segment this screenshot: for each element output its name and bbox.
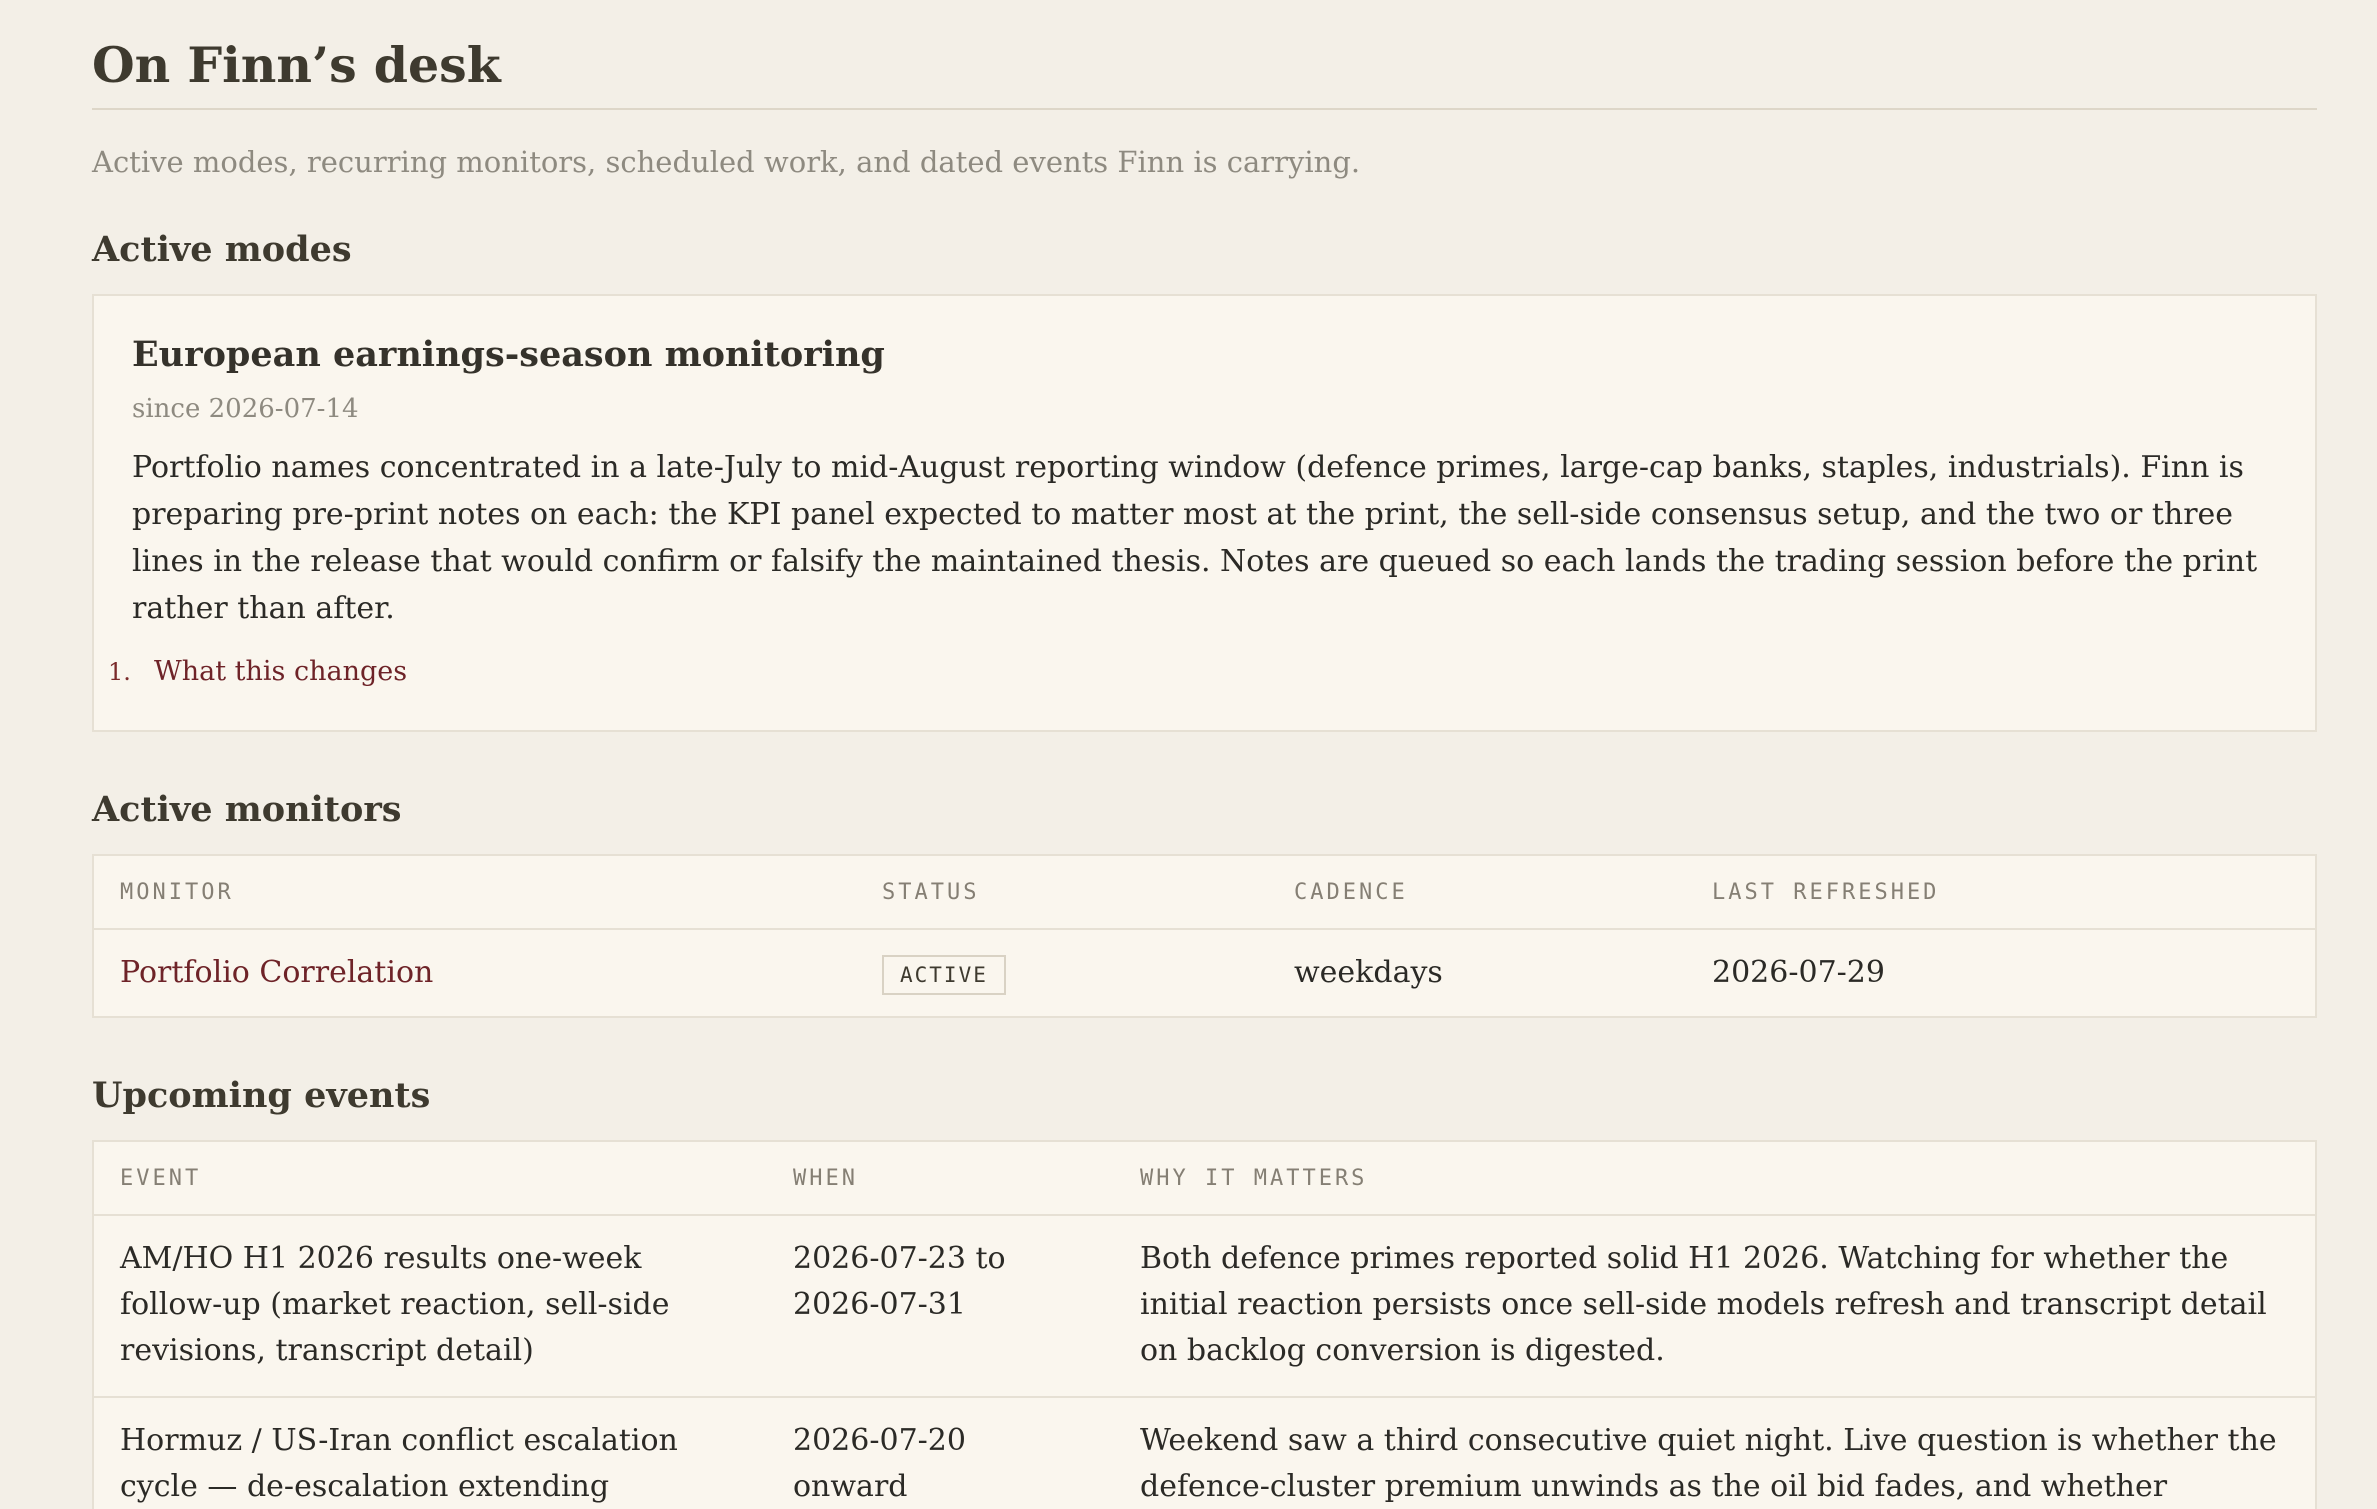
- upcoming-events-heading: Upcoming events: [92, 1075, 431, 1116]
- last-refreshed-cell: 2026-07-29: [1712, 955, 1885, 990]
- active-monitors-heading: Active monitors: [92, 789, 402, 830]
- title-divider: [92, 108, 2317, 110]
- event-cell: Hormuz / US-Iran conflict escalation cyc…: [94, 1396, 767, 1509]
- event-cell: AM/HO H1 2026 results one-week follow-up…: [120, 1241, 670, 1368]
- events-table-card: EVENT WHEN WHY IT MATTERS AM/HO H1 2026 …: [92, 1140, 2317, 1509]
- column-header-last-refreshed: LAST REFRESHED: [1686, 856, 2315, 930]
- column-header-why-it-matters: WHY IT MATTERS: [1114, 1142, 2315, 1216]
- cadence-cell: weekdays: [1294, 955, 1443, 990]
- list-item: 1. What this changes: [108, 654, 2277, 690]
- table-row: Portfolio Correlation ACTIVE weekdays 20…: [94, 929, 2315, 1016]
- active-modes-heading: Active modes: [92, 229, 352, 270]
- column-header-event: EVENT: [94, 1142, 767, 1216]
- what-this-changes-link[interactable]: What this changes: [154, 654, 407, 690]
- table-row: AM/HO H1 2026 results one-week follow-up…: [94, 1215, 2315, 1397]
- status-badge: ACTIVE: [882, 955, 1006, 995]
- monitors-table-card: MONITOR STATUS CADENCE LAST REFRESHED Po…: [92, 854, 2317, 1018]
- table-header-row: EVENT WHEN WHY IT MATTERS: [94, 1142, 2315, 1216]
- events-table: EVENT WHEN WHY IT MATTERS AM/HO H1 2026 …: [94, 1142, 2315, 1509]
- column-header-cadence: CADENCE: [1268, 856, 1686, 930]
- mode-card: European earnings-season monitoring sinc…: [92, 294, 2317, 732]
- portfolio-correlation-link[interactable]: Portfolio Correlation: [120, 955, 433, 990]
- when-cell: 2026-07-20 onward: [767, 1396, 1114, 1509]
- column-header-when: WHEN: [767, 1142, 1114, 1216]
- why-cell: Weekend saw a third consecutive quiet ni…: [1114, 1396, 2315, 1509]
- mode-since-date: since 2026-07-14: [132, 394, 359, 424]
- mode-description: Portfolio names concentrated in a late-J…: [132, 450, 2258, 626]
- page-subtitle: Active modes, recurring monitors, schedu…: [92, 145, 1361, 179]
- monitors-table: MONITOR STATUS CADENCE LAST REFRESHED Po…: [94, 856, 2315, 1016]
- list-item-number: 1.: [108, 658, 131, 686]
- status-cell: ACTIVE: [856, 929, 1268, 1016]
- column-header-status: STATUS: [856, 856, 1268, 930]
- mode-links-list: 1. What this changes: [108, 654, 2277, 690]
- mode-title: European earnings-season monitoring: [132, 334, 885, 375]
- why-cell: Both defence primes reported solid H1 20…: [1140, 1241, 2267, 1368]
- table-header-row: MONITOR STATUS CADENCE LAST REFRESHED: [94, 856, 2315, 930]
- table-row: Hormuz / US-Iran conflict escalation cyc…: [94, 1396, 2315, 1509]
- column-header-monitor: MONITOR: [94, 856, 856, 930]
- page-title: On Finn’s desk: [92, 36, 501, 94]
- monitor-cell: Portfolio Correlation: [94, 929, 856, 1016]
- when-cell: 2026-07-23 to 2026-07-31: [793, 1241, 1006, 1322]
- desk-page: On Finn’s desk Active modes, recurring m…: [0, 0, 2377, 1509]
